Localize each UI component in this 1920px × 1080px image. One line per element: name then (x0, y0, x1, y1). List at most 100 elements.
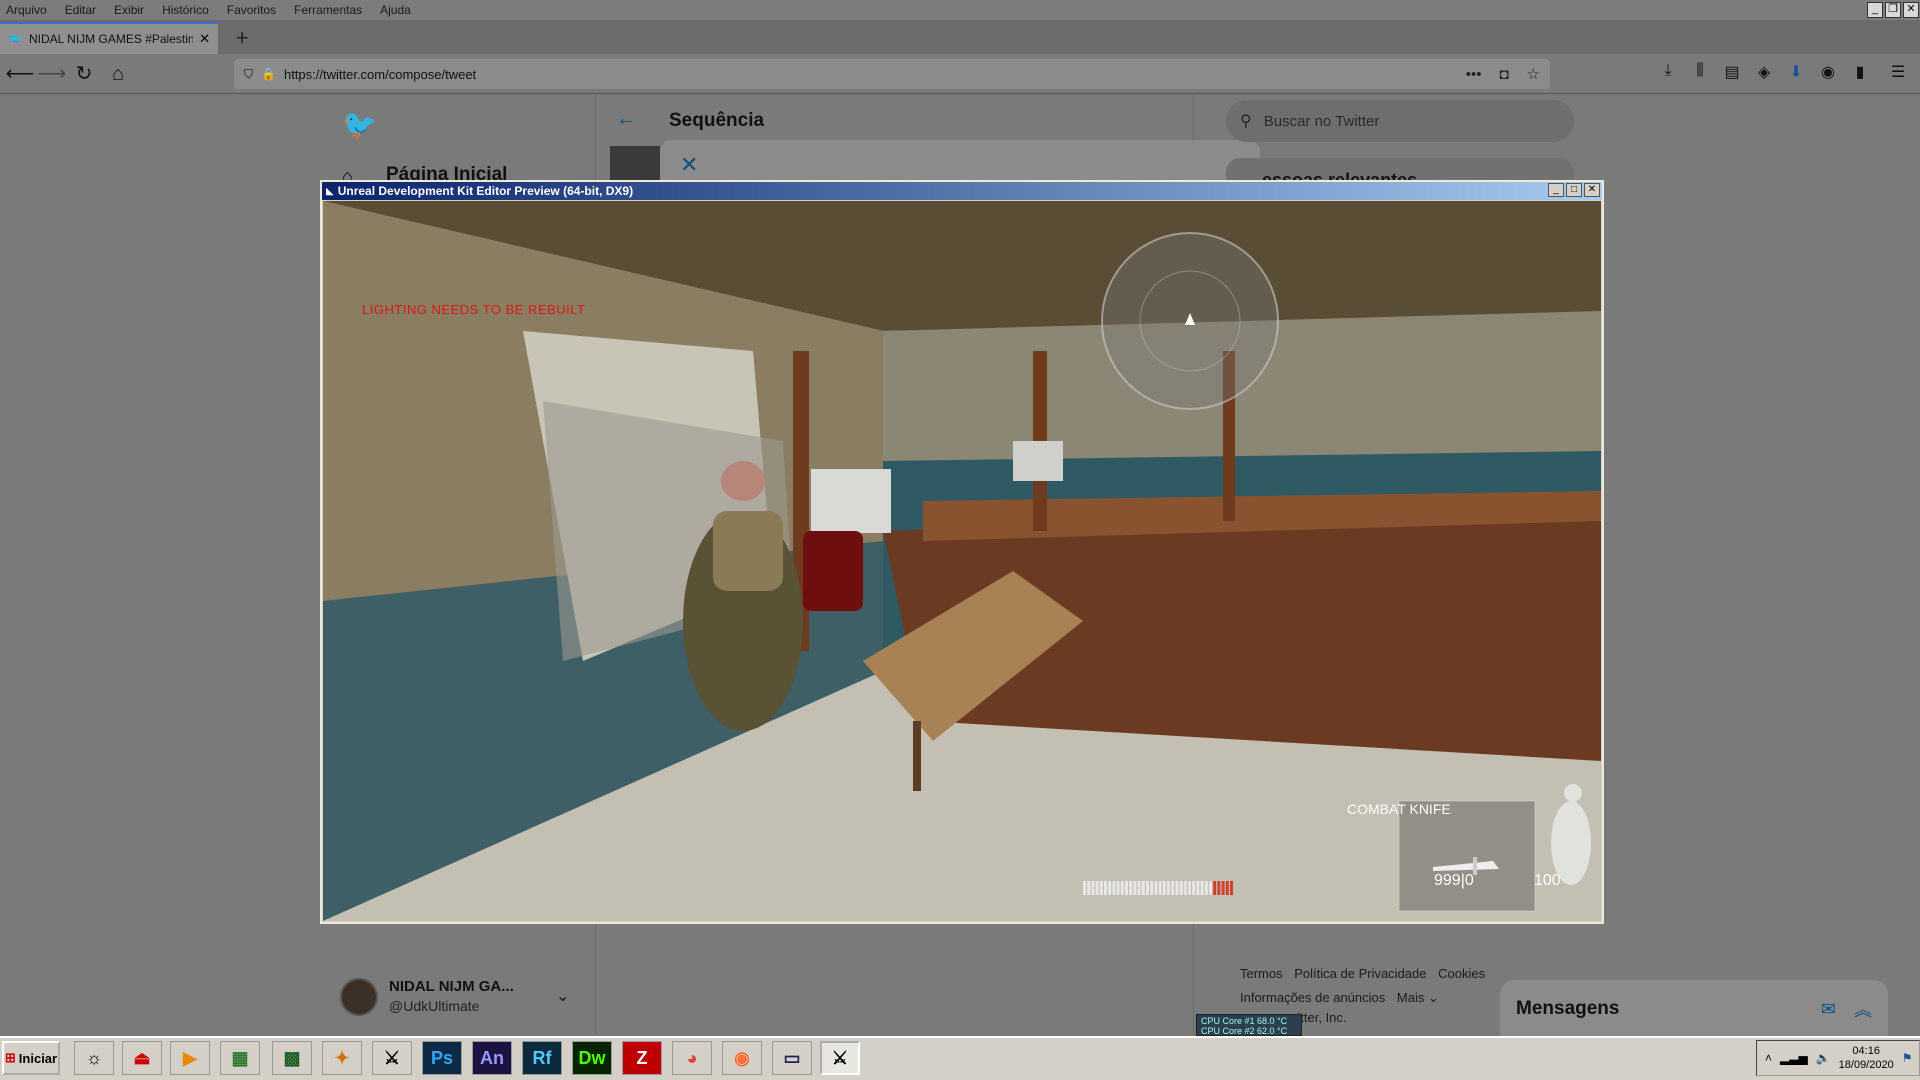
hud-weapon-panel (1398, 800, 1536, 912)
taskbar-app-weapon[interactable]: ⚔ (372, 1041, 412, 1075)
ammo-tick (1209, 881, 1212, 895)
lighting-warning: LIGHTING NEEDS TO BE REBUILT (362, 302, 586, 317)
user-handle: @UdkUltimate (389, 998, 480, 1014)
pocket-icon[interactable]: ◘ (1499, 66, 1508, 83)
footer-more[interactable]: Mais ⌄ (1397, 990, 1439, 1005)
volume-icon[interactable]: 🔈 (1816, 1051, 1831, 1065)
udk-title-bar[interactable]: ◣ Unreal Development Kit Editor Preview … (322, 182, 1602, 200)
tray-expand-icon[interactable]: ˄ (1765, 1051, 1772, 1065)
close-tab-icon[interactable]: ✕ (199, 31, 210, 47)
taskbar-app-game[interactable]: ▩ (272, 1041, 312, 1075)
menu-arquivo[interactable]: Arquivo (6, 3, 47, 17)
taskbar-app-chrome[interactable]: ◕ (672, 1041, 712, 1075)
forward-button[interactable]: ⟶ (36, 58, 68, 90)
menu-editar[interactable]: Editar (65, 3, 96, 17)
menu-ajuda[interactable]: Ajuda (380, 3, 411, 17)
dreamweaver-icon: Dw (578, 1047, 606, 1068)
url-bar[interactable]: ⛉ 🔒 https://twitter.com/compose/tweet ••… (234, 59, 1550, 89)
ammo-tick (1099, 881, 1103, 895)
close-compose-icon[interactable]: ✕ (680, 152, 698, 178)
taskbar-app-media[interactable]: ▶ (170, 1041, 210, 1075)
taskbar-app-firefox[interactable]: ◉ (722, 1041, 762, 1075)
ammo-tick (1175, 881, 1179, 895)
taskbar-app-clock[interactable]: ☼ (74, 1041, 114, 1075)
extension2-icon[interactable]: ▮ (1848, 62, 1872, 82)
taskbar-app-ps[interactable]: Ps (422, 1041, 462, 1075)
downloads-icon[interactable]: ⤓ (1656, 62, 1680, 80)
footer-terms[interactable]: Termos (1240, 966, 1283, 981)
chevron-up-icon[interactable]: ︽ (1854, 996, 1872, 1022)
taskbar-app-filezilla[interactable]: Z (622, 1041, 662, 1075)
pdf-icon: ⏏ (133, 1047, 151, 1068)
computer-icon: ▭ (783, 1047, 801, 1068)
library-icon[interactable]: ⫼ (1688, 62, 1712, 80)
menu-historico[interactable]: Histórico (162, 3, 209, 17)
ammo-tick (1162, 881, 1166, 895)
ammo-count: 999|0 (1434, 872, 1474, 889)
messages-title: Mensagens (1516, 998, 1620, 1019)
tab-twitter[interactable]: 🐦 NIDAL NIJM GAMES #PalestineWill ✕ (0, 22, 218, 54)
taskbar-app-udk[interactable]: ⚔ (820, 1041, 860, 1075)
taskbar-app-paint[interactable]: ✦ (322, 1041, 362, 1075)
udk-close-button[interactable]: ✕ (1584, 183, 1600, 197)
clock[interactable]: 04:16 18/09/2020 (1839, 1044, 1894, 1072)
footer-ads[interactable]: Informações de anúncios (1240, 990, 1385, 1005)
account-icon[interactable]: ◉ (1816, 62, 1840, 82)
url-text[interactable]: https://twitter.com/compose/tweet (284, 67, 1458, 82)
menu-exibir[interactable]: Exibir (114, 3, 144, 17)
tab-strip (0, 20, 1920, 54)
download-helper-icon[interactable]: ⬇ (1784, 62, 1808, 82)
udk-rifle-icon: ⚔ (831, 1047, 849, 1068)
taskbar-app-computer[interactable]: ▭ (772, 1041, 812, 1075)
avatar[interactable] (340, 978, 378, 1016)
page-actions-icon[interactable]: ••• (1466, 66, 1482, 83)
bookmark-star-icon[interactable]: ☆ (1527, 65, 1540, 83)
reload-icon: ↻ (75, 63, 93, 85)
taskbar-app-pdf[interactable]: ⏏ (122, 1041, 162, 1075)
close-window-button[interactable]: ✕ (1903, 2, 1919, 18)
search-input[interactable]: Buscar no Twitter (1264, 113, 1380, 130)
arrow-right-icon: ⟶ (37, 63, 67, 85)
network-icon[interactable]: ▂▃▅ (1780, 1051, 1808, 1065)
udk-minimize-button[interactable]: _ (1548, 183, 1564, 197)
udk-maximize-button[interactable]: □ (1566, 183, 1582, 197)
hamburger-menu-icon[interactable]: ☰ (1886, 62, 1910, 82)
start-button[interactable]: ⊞ Iniciar (2, 1041, 60, 1075)
new-tab-button[interactable]: + (228, 24, 256, 52)
notification-flag-icon[interactable]: ⚑ (1902, 1051, 1913, 1065)
tab-title: NIDAL NIJM GAMES #PalestineWill (28, 32, 194, 46)
footer-privacy[interactable]: Política de Privacidade (1294, 966, 1426, 981)
minimize-button[interactable]: _ (1867, 2, 1883, 18)
ammo-tick (1213, 881, 1217, 895)
udk-app-icon: ◣ (326, 185, 334, 197)
taskbar-app-spreadsheet[interactable]: ▦ (220, 1041, 260, 1075)
sun-icon: ☼ (85, 1047, 103, 1068)
taskbar-app-an[interactable]: An (472, 1041, 512, 1075)
chevron-down-icon[interactable]: ⌄ (556, 986, 569, 1006)
soldier-backpack (713, 511, 783, 591)
messages-drawer[interactable]: Mensagens ✉ ︽ (1500, 980, 1888, 1038)
user-name[interactable]: NIDAL NIJM GA... (389, 978, 514, 995)
reload-button[interactable]: ↻ (68, 58, 100, 90)
search-box[interactable]: ⚲ Buscar no Twitter (1226, 100, 1574, 142)
taskbar-app-rf[interactable]: Rf (522, 1041, 562, 1075)
extension-icon[interactable]: ◈ (1752, 62, 1776, 82)
home-button[interactable]: ⌂ (102, 58, 134, 90)
new-message-icon[interactable]: ✉ (1821, 999, 1836, 1020)
footer-cookies[interactable]: Cookies (1438, 966, 1485, 981)
menu-ferramentas[interactable]: Ferramentas (294, 3, 362, 17)
ammo-tick (1150, 881, 1154, 895)
menu-favoritos[interactable]: Favoritos (227, 3, 276, 17)
ammo-tick (1120, 881, 1124, 895)
filezilla-icon: Z (636, 1047, 648, 1068)
udk-window-controls: _ □ ✕ (1546, 183, 1600, 197)
thread-back-icon[interactable]: ← (616, 108, 636, 131)
twitter-logo-icon[interactable]: 🐦 (342, 108, 377, 141)
cpu-core-2: CPU Core #2 62.0 °C (1201, 1026, 1288, 1036)
red-office-chair (803, 531, 863, 611)
ammo-tick (1091, 881, 1095, 895)
maximize-button[interactable]: ❐ (1885, 2, 1901, 18)
back-button[interactable]: ⟵ (4, 58, 36, 90)
taskbar-app-dw[interactable]: Dw (572, 1041, 612, 1075)
sidebar-icon[interactable]: ▤ (1720, 62, 1744, 82)
